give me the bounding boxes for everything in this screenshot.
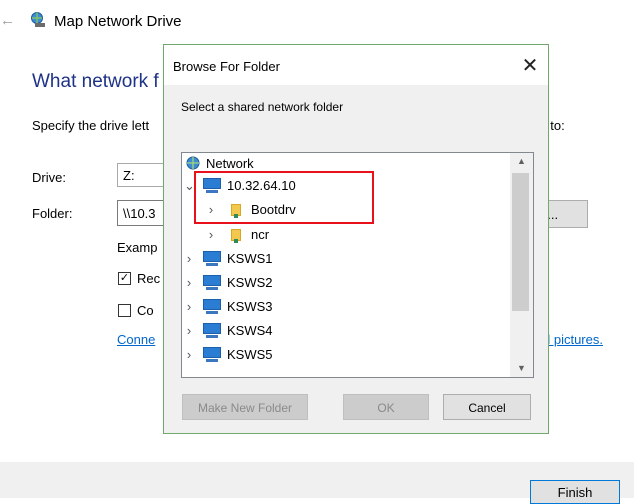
network-icon <box>186 156 200 170</box>
tree-item-label: KSWS1 <box>227 251 273 266</box>
drive-label: Drive: <box>32 170 66 185</box>
tree-item-label: KSWS4 <box>227 323 273 338</box>
top-strip <box>0 0 634 8</box>
scroll-up-icon[interactable]: ▲ <box>510 153 533 170</box>
tree-item-computer[interactable]: › KSWS5 <box>182 344 502 366</box>
dialog-prompt: Select a shared network folder <box>181 100 344 114</box>
chevron-right-icon[interactable]: › <box>184 299 194 314</box>
dialog-titlebar: Browse For Folder ✕ <box>164 45 548 85</box>
tree-item-share-ncr[interactable]: › ncr <box>182 224 502 246</box>
computer-icon <box>202 251 222 266</box>
example-text: Examp <box>117 240 158 255</box>
browse-for-folder-dialog: Browse For Folder ✕ Select a shared netw… <box>163 44 549 434</box>
ok-button[interactable]: OK <box>343 394 429 420</box>
tree-item-label: ncr <box>251 227 270 242</box>
window-title: Map Network Drive <box>54 13 182 30</box>
credentials-checkbox[interactable] <box>118 304 131 317</box>
connect-website-link[interactable]: Conne <box>117 332 155 347</box>
chevron-right-icon[interactable]: › <box>184 323 194 338</box>
finish-button[interactable]: Finish <box>530 480 620 504</box>
folder-label: Folder: <box>32 206 73 221</box>
annotation-highlight-box <box>194 171 374 224</box>
chevron-right-icon[interactable]: › <box>184 275 194 290</box>
tree-item-computer[interactable]: › KSWS4 <box>182 320 502 342</box>
tree-item-label: KSWS3 <box>227 299 273 314</box>
tree-item-computer[interactable]: › KSWS1 <box>182 248 502 270</box>
make-new-folder-button[interactable]: Make New Folder <box>182 394 308 420</box>
computer-icon <box>202 275 222 290</box>
computer-icon <box>202 299 222 314</box>
scroll-down-icon[interactable]: ▼ <box>510 360 533 377</box>
folder-input[interactable]: \\10.3 <box>117 200 167 226</box>
tree-item-label: Network <box>206 156 254 171</box>
back-arrow-icon[interactable]: ← <box>0 12 15 29</box>
computer-icon <box>202 347 222 362</box>
close-icon[interactable]: ✕ <box>517 54 543 80</box>
tree-item-label: KSWS5 <box>227 347 273 362</box>
shared-folder-icon <box>229 227 243 243</box>
wizard-heading: What network f <box>32 71 159 92</box>
tree-scrollbar[interactable]: ▲ ▼ <box>510 153 533 377</box>
pictures-link[interactable]: d pictures. <box>543 332 603 347</box>
cancel-button[interactable]: Cancel <box>443 394 531 420</box>
computer-icon <box>202 323 222 338</box>
tree-item-computer[interactable]: › KSWS3 <box>182 296 502 318</box>
network-drive-icon <box>31 12 45 27</box>
credentials-label: Co <box>137 303 154 318</box>
chevron-right-icon[interactable]: › <box>184 251 194 266</box>
wizard-description: Specify the drive lett <box>32 118 150 133</box>
chevron-right-icon[interactable]: › <box>206 227 216 242</box>
reconnect-label: Rec <box>137 271 161 286</box>
tree-item-computer[interactable]: › KSWS2 <box>182 272 502 294</box>
chevron-down-icon[interactable]: ⌄ <box>184 178 195 194</box>
tree-item-label: KSWS2 <box>227 275 273 290</box>
drive-select[interactable]: Z: <box>117 163 167 187</box>
dialog-title: Browse For Folder <box>173 59 280 74</box>
reconnect-checkbox[interactable]: ✓ <box>118 272 131 285</box>
chevron-right-icon[interactable]: › <box>184 347 194 362</box>
scrollbar-thumb[interactable] <box>512 173 529 311</box>
